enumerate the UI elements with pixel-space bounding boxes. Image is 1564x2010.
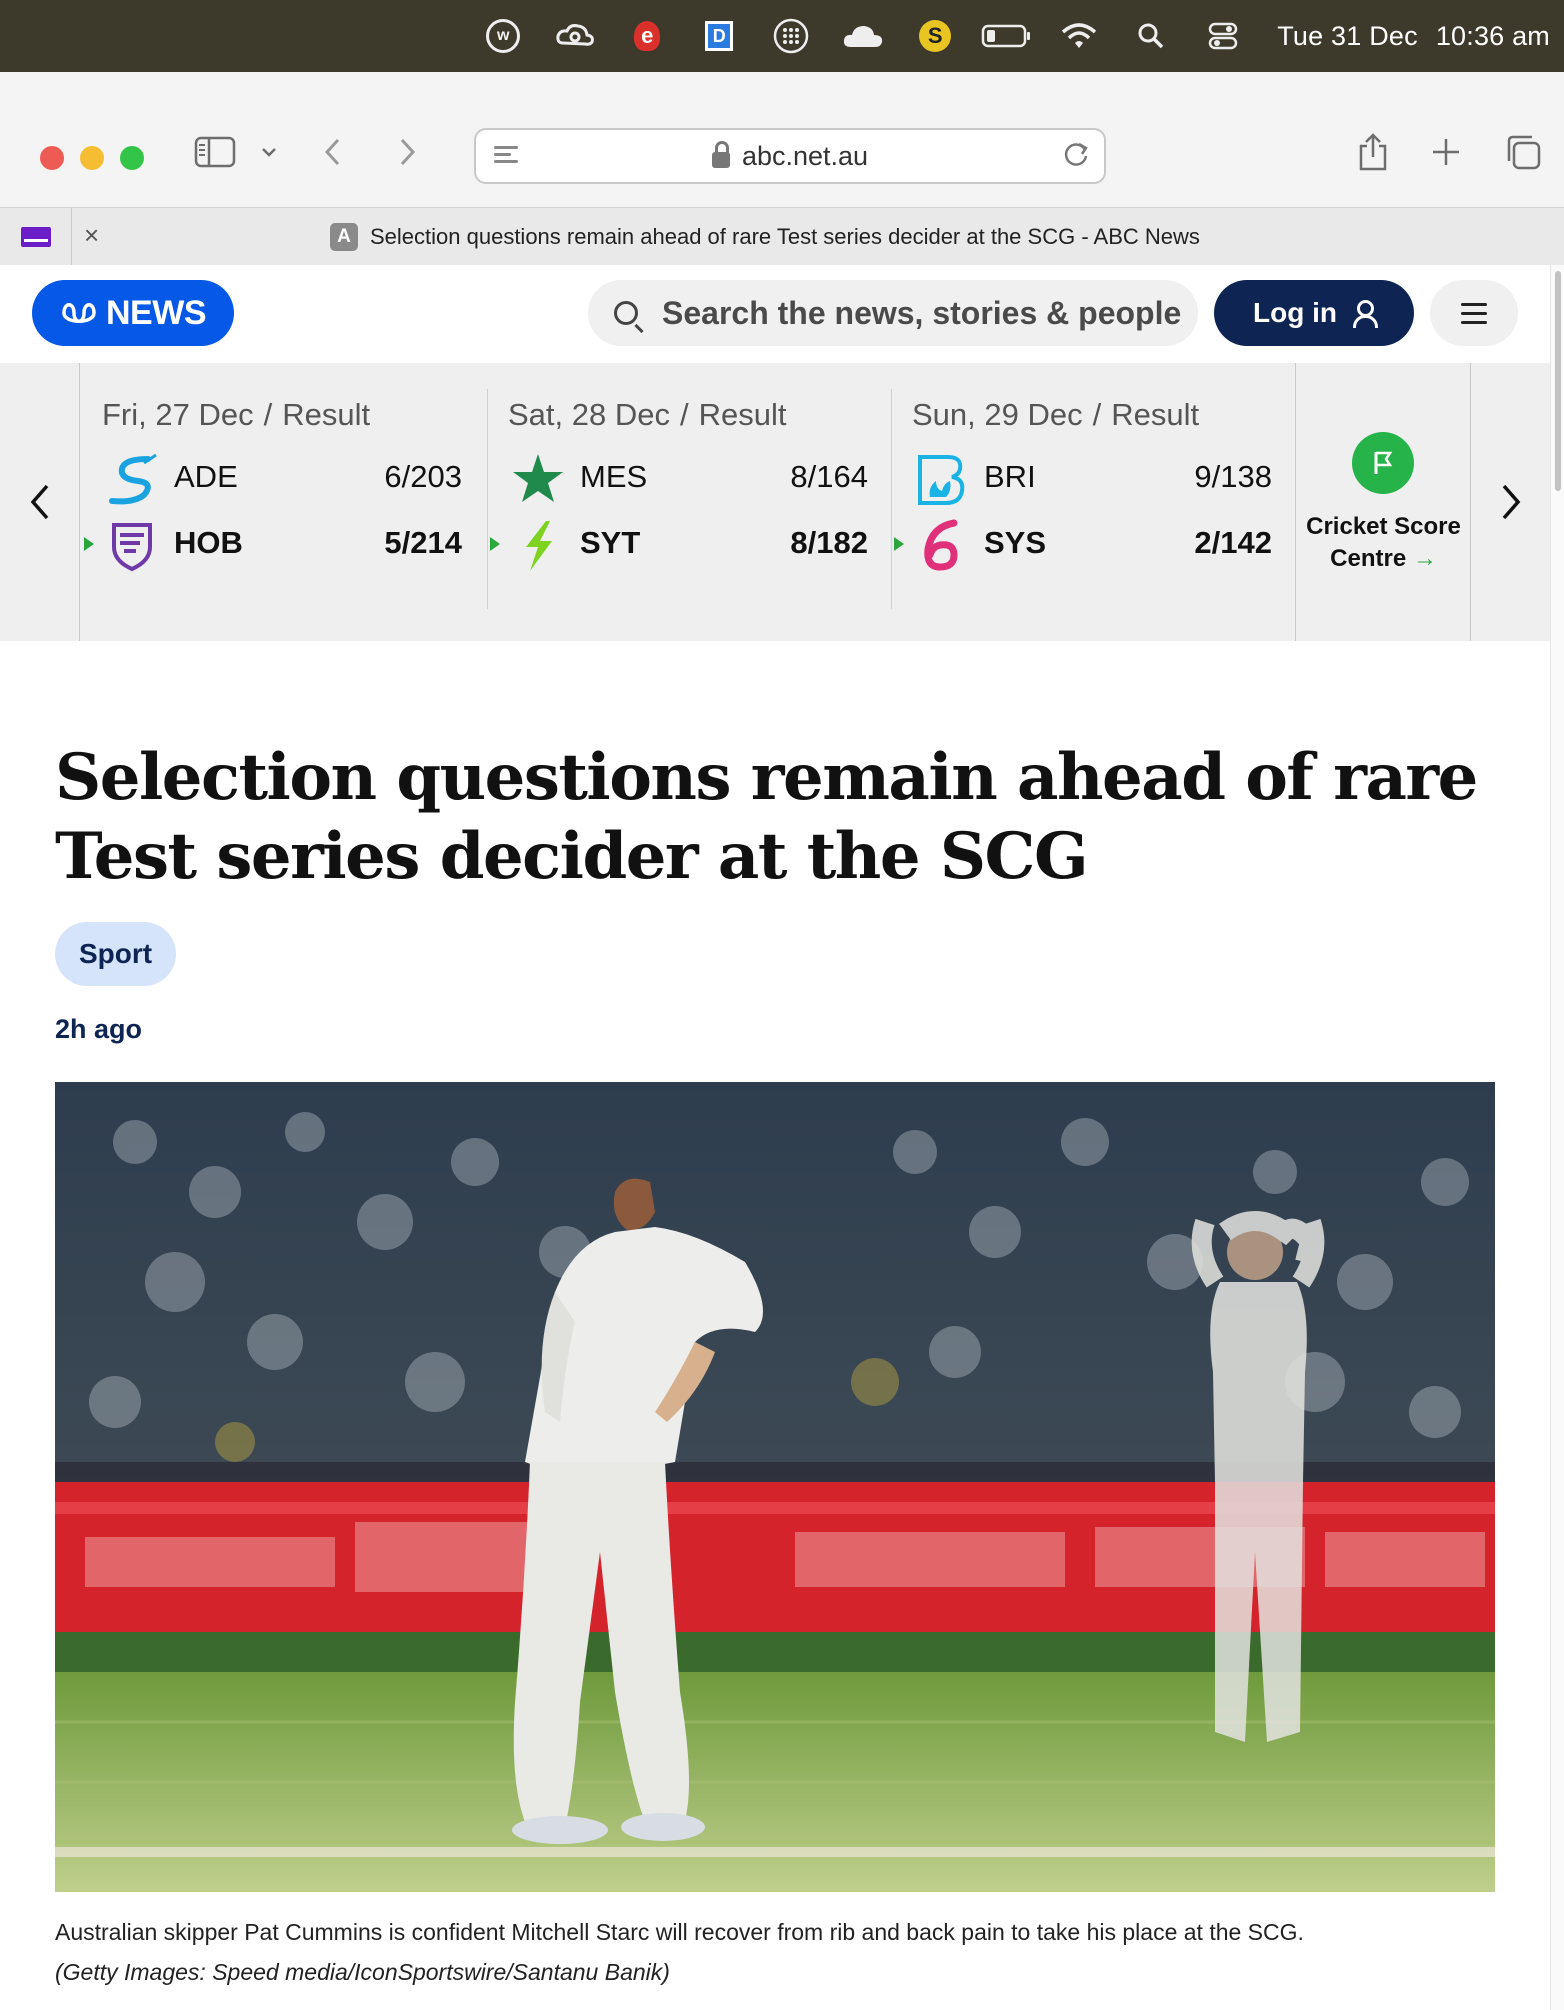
search-icon[interactable] xyxy=(1115,0,1187,72)
reload-icon[interactable] xyxy=(1064,140,1090,176)
sidebar-toggle-icon[interactable] xyxy=(194,128,236,176)
match-card[interactable]: Sat, 28 Dec / Result MES 8/164 SYT 8/182 xyxy=(487,389,891,609)
winner-indicator-icon xyxy=(894,537,904,551)
article-timestamp: 2h ago xyxy=(55,1014,143,1044)
back-button[interactable] xyxy=(322,128,344,176)
match-header: Fri, 27 Dec / Result xyxy=(102,397,371,432)
mail-icon xyxy=(20,227,51,247)
logo-text: NEWS xyxy=(106,293,207,332)
search-input[interactable]: Search the news, stories & people xyxy=(588,280,1198,346)
stars-logo-icon xyxy=(510,451,566,507)
lock-icon xyxy=(711,141,730,168)
search-placeholder: Search the news, stories & people xyxy=(662,294,1182,331)
control-center-icon[interactable] xyxy=(1187,0,1259,72)
article-headline: Selection questions remain ahead of rare… xyxy=(55,740,1478,894)
sixers-logo-icon xyxy=(914,517,970,573)
team-code: BRI xyxy=(984,459,1036,494)
abc-favicon-icon: A xyxy=(330,223,358,251)
abc-news-logo[interactable]: NEWS xyxy=(32,280,234,346)
pinned-tab-mail[interactable] xyxy=(0,208,72,266)
active-tab[interactable]: A Selection questions remain ahead of ra… xyxy=(330,208,1200,266)
team-code: SYS xyxy=(984,525,1047,560)
scrollbar-thumb[interactable] xyxy=(1555,271,1561,491)
wifi-icon[interactable] xyxy=(1043,0,1115,72)
match-card[interactable]: Fri, 27 Dec / Result ADE 6/203 HOB 5/214 xyxy=(82,389,486,609)
caption-text: Australian skipper Pat Cummins is confid… xyxy=(55,1919,1304,1945)
hurricanes-logo-icon xyxy=(104,517,160,573)
login-button[interactable]: Log in xyxy=(1214,280,1414,346)
team-row: HOB 5/214 xyxy=(82,513,462,573)
match-card[interactable]: Sun, 29 Dec / Result BRI 9/138 SYS 2/142 xyxy=(891,389,1295,609)
team-score: 6/203 xyxy=(384,459,462,494)
team-row: SYT 8/182 xyxy=(488,513,868,573)
forward-button[interactable] xyxy=(396,128,418,176)
winner-indicator-icon xyxy=(84,537,94,551)
team-code: ADE xyxy=(174,459,238,494)
site-header: NEWS Search the news, stories & people L… xyxy=(0,265,1550,363)
address-bar[interactable]: abc.net.au xyxy=(474,128,1106,184)
hamburger-menu-button[interactable] xyxy=(1430,280,1518,346)
grid-dots-icon[interactable] xyxy=(755,0,827,72)
flag-icon xyxy=(1352,432,1414,494)
macos-menu-bar: w e D S Tue 31 Dec 10:36 am xyxy=(0,0,1564,72)
match-header: Sat, 28 Dec / Result xyxy=(508,397,787,432)
image-credit: (Getty Images: Speed media/IconSportswir… xyxy=(55,1959,670,1985)
s-coin-icon[interactable]: S xyxy=(899,0,971,72)
cloud-icon[interactable] xyxy=(827,0,899,72)
thunder-logo-icon xyxy=(510,517,566,573)
user-icon xyxy=(1352,300,1378,328)
tab-title-text: Selection questions remain ahead of rare… xyxy=(370,224,1200,249)
team-row: BRI 9/138 xyxy=(892,447,1272,507)
tab-bar: × A Selection questions remain ahead of … xyxy=(0,207,1564,266)
browser-chrome: abc.net.au × A Selection questions remai… xyxy=(0,72,1564,266)
team-code: MES xyxy=(580,459,648,494)
team-score: 5/214 xyxy=(384,525,462,560)
scrollbar[interactable] xyxy=(1550,265,1564,2010)
e-app-icon[interactable]: e xyxy=(611,0,683,72)
tab-overview-icon[interactable] xyxy=(1504,128,1542,176)
close-window-button[interactable] xyxy=(40,146,64,170)
w-circle-icon[interactable]: w xyxy=(467,0,539,72)
scores-next-button[interactable] xyxy=(1470,363,1550,641)
share-icon[interactable] xyxy=(1356,128,1390,176)
menu-bar-clock[interactable]: Tue 31 Dec 10:36 am xyxy=(1277,21,1550,52)
team-row: MES 8/164 xyxy=(488,447,868,507)
team-score: 2/142 xyxy=(1194,525,1272,560)
team-score: 9/138 xyxy=(1194,459,1272,494)
score-centre-label: Cricket Score Centre → xyxy=(1306,513,1461,572)
url-text: abc.net.au xyxy=(741,140,869,171)
d-app-icon[interactable]: D xyxy=(683,0,755,72)
reader-icon[interactable] xyxy=(494,142,518,172)
team-code: SYT xyxy=(580,525,641,560)
strikers-logo-icon xyxy=(104,451,160,507)
cricket-scores-strip: Fri, 27 Dec / Result ADE 6/203 HOB 5/214 S… xyxy=(0,363,1550,641)
scores-prev-button[interactable] xyxy=(0,363,80,641)
team-row: ADE 6/203 xyxy=(82,447,462,507)
login-label: Log in xyxy=(1253,297,1337,328)
team-row: SYS 2/142 xyxy=(892,513,1272,573)
chevron-down-icon[interactable] xyxy=(260,128,278,176)
search-icon xyxy=(614,301,638,325)
sport-tag[interactable]: Sport xyxy=(55,922,177,986)
image-caption: Australian skipper Pat Cummins is confid… xyxy=(55,1912,1505,1992)
creative-cloud-icon[interactable] xyxy=(539,0,611,72)
cricket-score-centre-link[interactable]: Cricket Score Centre → xyxy=(1295,363,1470,641)
battery-icon[interactable] xyxy=(971,0,1043,72)
close-tab-icon[interactable]: × xyxy=(84,220,99,251)
abc-lissajous-icon xyxy=(62,303,96,323)
match-header: Sun, 29 Dec / Result xyxy=(912,397,1200,432)
new-tab-icon[interactable] xyxy=(1430,128,1462,176)
minimize-window-button[interactable] xyxy=(80,146,104,170)
team-score: 8/164 xyxy=(790,459,868,494)
article-hero-image[interactable] xyxy=(55,1082,1495,1892)
team-score: 8/182 xyxy=(790,525,868,560)
heat-logo-icon xyxy=(914,451,970,507)
arrow-right-icon: → xyxy=(1412,545,1437,572)
winner-indicator-icon xyxy=(490,537,500,551)
zoom-window-button[interactable] xyxy=(120,146,144,170)
team-code: HOB xyxy=(174,525,243,560)
